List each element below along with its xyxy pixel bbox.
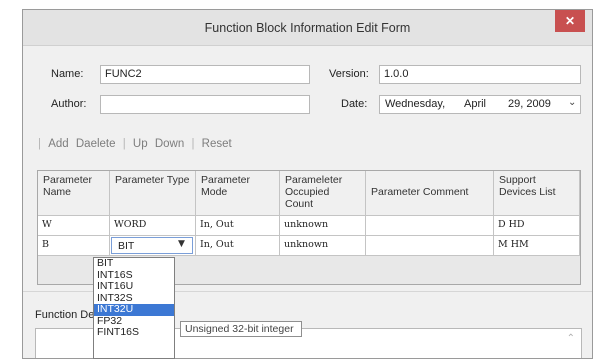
title-bar: Function Block Information Edit Form ✕	[23, 10, 592, 46]
header-parameter-name: Parameter Name	[38, 171, 110, 216]
name-label: Name:	[51, 68, 84, 80]
combobox-value: BIT	[118, 240, 135, 252]
toolbar-grip: |	[38, 138, 41, 150]
type-tooltip: Unsigned 32-bit integer	[180, 321, 302, 337]
close-button[interactable]: ✕	[555, 10, 585, 32]
date-day-year: 29, 2009	[508, 98, 551, 110]
header-parameter-comment: Parameter Comment	[366, 171, 494, 216]
cell-param-comment[interactable]	[366, 216, 494, 236]
cell-param-comment[interactable]	[366, 236, 494, 256]
cell-occupied-count[interactable]: unknown	[280, 216, 366, 236]
dropdown-option[interactable]: FINT16S	[94, 326, 174, 339]
chevron-down-icon[interactable]: ▼	[178, 239, 185, 249]
header-parameter-mode: Parameter Mode	[196, 171, 280, 216]
header-support-devices: Support Devices List	[494, 171, 580, 216]
dropdown-option[interactable]: INT16U	[94, 280, 174, 293]
cell-occupied-count[interactable]: unknown	[280, 236, 366, 256]
header-occupied-count: Parameleter Occupied Count	[280, 171, 366, 216]
toolbar-separator: |	[191, 138, 195, 150]
chevron-down-icon[interactable]: ⌄	[568, 97, 576, 108]
param-type-dropdown-list: BIT INT16S INT16U INT32S INT32U FP32 FIN…	[93, 257, 175, 359]
window-title: Function Block Information Edit Form	[204, 21, 411, 35]
combobox-frame: BIT ▼	[111, 237, 193, 254]
cell-param-mode[interactable]: In, Out	[196, 236, 280, 256]
cell-param-mode[interactable]: In, Out	[196, 216, 280, 236]
cell-param-name[interactable]: B	[38, 236, 110, 256]
down-button[interactable]: Down	[155, 138, 184, 150]
cell-support-devices[interactable]: M HM	[494, 236, 580, 256]
name-field[interactable]: FUNC2	[100, 65, 310, 84]
dropdown-option-selected[interactable]: INT32U	[94, 303, 174, 316]
delete-button[interactable]: Daelete	[76, 138, 116, 150]
toolbar-separator: |	[122, 138, 126, 150]
author-field[interactable]	[100, 95, 310, 114]
date-month: April	[464, 98, 487, 110]
dropdown-option[interactable]: BIT	[94, 258, 174, 270]
version-label: Version:	[329, 68, 369, 80]
param-type-combobox[interactable]: BIT ▼	[110, 236, 196, 256]
date-weekday: Wednesday,	[385, 98, 446, 110]
up-button[interactable]: Up	[133, 138, 148, 150]
add-button[interactable]: Add	[48, 138, 68, 150]
version-field[interactable]: 1.0.0	[379, 65, 581, 84]
cell-support-devices[interactable]: D HD	[494, 216, 580, 236]
date-picker[interactable]: Wednesday, April 29, 2009 ⌄	[379, 95, 581, 114]
header-parameter-type: Parameter Type	[110, 171, 196, 216]
cell-param-type[interactable]: WORD	[110, 216, 196, 236]
date-label: Date:	[341, 98, 368, 110]
author-label: Author:	[51, 98, 87, 110]
parameter-toolbar: | Add Daelete | Up Down | Reset	[36, 138, 234, 158]
cell-param-name[interactable]: W	[38, 216, 110, 236]
reset-button[interactable]: Reset	[202, 138, 232, 150]
scroll-up-arrow-icon[interactable]: ⌃	[567, 333, 575, 344]
